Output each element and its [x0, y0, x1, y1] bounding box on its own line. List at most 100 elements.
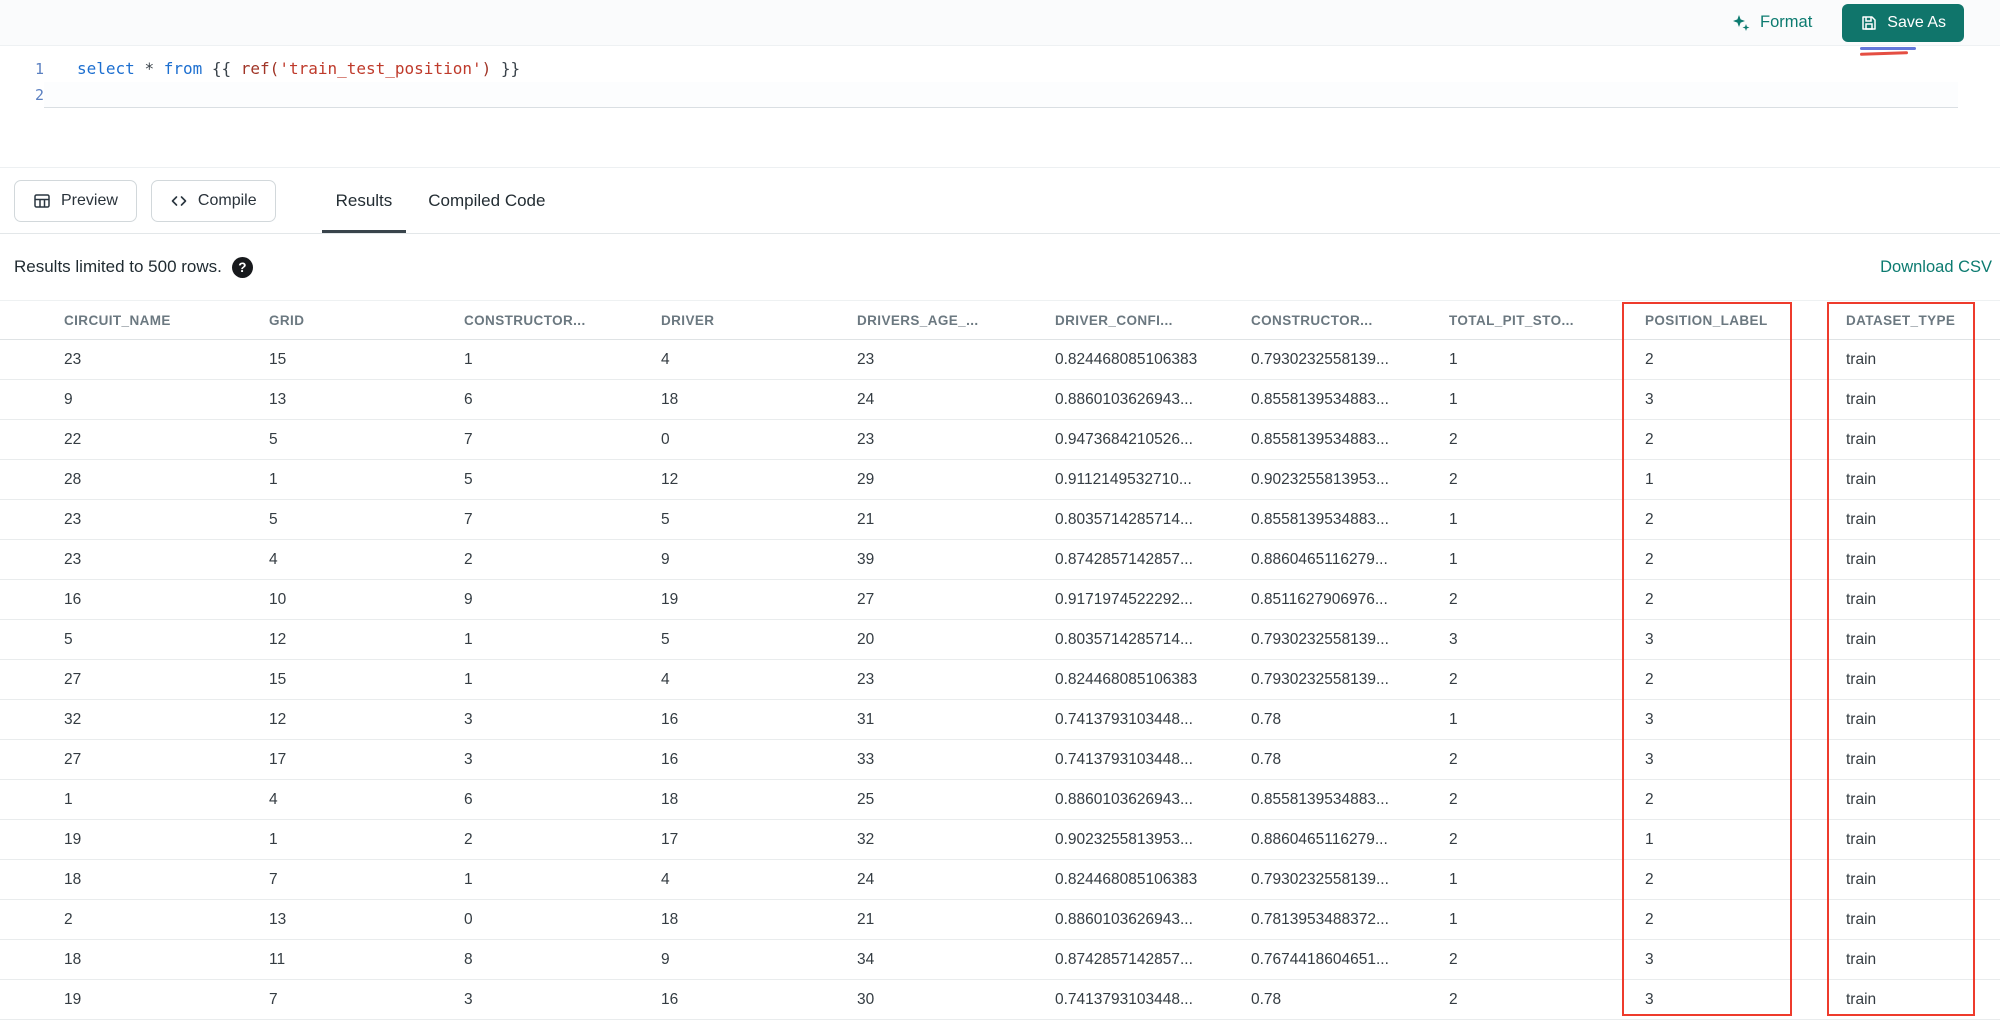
- save-as-button[interactable]: Save As: [1842, 3, 1964, 42]
- table-cell: 0.78: [1251, 980, 1449, 1020]
- table-cell: 2: [1449, 460, 1645, 500]
- tab-compiled-code[interactable]: Compiled Code: [414, 168, 559, 233]
- column-header: TOTAL_PIT_STO...: [1449, 300, 1645, 340]
- table-cell: 19: [661, 580, 857, 620]
- sql-editor[interactable]: 1 select * from {{ ref('train_test_posit…: [0, 46, 2000, 167]
- table-cell: 33: [857, 740, 1055, 780]
- results-toolbar: Preview Compile Results Compiled Code: [0, 167, 2000, 234]
- column-header: DATASET_TYPE: [1846, 300, 2000, 340]
- table-cell: 2: [1449, 660, 1645, 700]
- table-cell: 9: [661, 540, 857, 580]
- table-cell: train: [1846, 820, 2000, 860]
- format-button[interactable]: Format: [1731, 13, 1812, 33]
- table-cell: 0.824468085106383: [1055, 660, 1251, 700]
- table-cell: 8: [464, 940, 661, 980]
- table-cell: 23: [857, 420, 1055, 460]
- table-cell: 39: [857, 540, 1055, 580]
- table-cell: 0.8035714285714...: [1055, 500, 1251, 540]
- table-cell: 3: [464, 740, 661, 780]
- table-cell: 16: [661, 980, 857, 1020]
- table-cell: 22: [0, 420, 269, 460]
- preview-button-label: Preview: [61, 191, 118, 209]
- table-row: 2 13 0 18 21 0.8860103626943... 0.781395348837…: [0, 900, 2000, 940]
- line-number: 1: [34, 60, 44, 78]
- table-cell: 0.8860103626943...: [1055, 780, 1251, 820]
- table-cell: 2: [1449, 740, 1645, 780]
- table-row: 1 4 6 18 25 0.8860103626943... 0.8558139534883…: [0, 780, 2000, 820]
- table-cell: 27: [0, 660, 269, 700]
- table-cell: train: [1846, 380, 2000, 420]
- table-cell: 24: [857, 860, 1055, 900]
- table-cell: 0.8558139534883...: [1251, 420, 1449, 460]
- column-header: DRIVERS_AGE_...: [857, 300, 1055, 340]
- column-header: DRIVER_CONFI...: [1055, 300, 1251, 340]
- table-cell: 7: [269, 980, 464, 1020]
- preview-button[interactable]: Preview: [14, 179, 137, 222]
- table-row: 19 7 3 16 30 0.7413793103448... 0.78 2 3 train: [0, 980, 2000, 1020]
- table-cell: 0.9023255813953...: [1055, 820, 1251, 860]
- results-tbody: 23 15 1 4 23 0.824468085106383 0.7930232558139…: [0, 340, 2000, 1020]
- table-cell: 7: [269, 860, 464, 900]
- table-cell: 0.8511627906976...: [1251, 580, 1449, 620]
- code-line-content-2: [44, 82, 1958, 108]
- tab-results[interactable]: Results: [322, 168, 407, 233]
- results-limit-text: Results limited to 500 rows.: [14, 257, 222, 276]
- results-grid: CIRCUIT_NAME GRID CONSTRUCTOR... DRIVER DRIV…: [0, 300, 2000, 1020]
- column-header: CONSTRUCTOR...: [464, 300, 661, 340]
- code-line-content-1: select * from {{ ref('train_test_positio…: [44, 56, 1958, 82]
- table-cell: 3: [464, 980, 661, 1020]
- table-cell: 10: [269, 580, 464, 620]
- table-cell: 32: [0, 700, 269, 740]
- table-cell: 27: [857, 580, 1055, 620]
- table-cell: 4: [269, 780, 464, 820]
- table-cell: 30: [857, 980, 1055, 1020]
- table-cell: 2: [1645, 860, 1846, 900]
- results-header-row: CIRCUIT_NAME GRID CONSTRUCTOR... DRIVER DRIV…: [0, 300, 2000, 340]
- table-cell: 19: [0, 980, 269, 1020]
- table-cell: 0.8860103626943...: [1055, 380, 1251, 420]
- table-cell: 0.7413793103448...: [1055, 980, 1251, 1020]
- table-cell: 3: [1645, 620, 1846, 660]
- table-cell: 0.8558139534883...: [1251, 380, 1449, 420]
- table-cell: 20: [857, 620, 1055, 660]
- code-token-string: 'train_test_position': [279, 59, 482, 78]
- table-cell: 23: [857, 660, 1055, 700]
- table-cell: 1: [464, 860, 661, 900]
- table-cell: 1: [269, 460, 464, 500]
- table-cell: 5: [0, 620, 269, 660]
- table-cell: 0.9473684210526...: [1055, 420, 1251, 460]
- download-csv-link[interactable]: Download CSV: [1880, 258, 1992, 277]
- table-cell: train: [1846, 940, 2000, 980]
- table-cell: 1: [1449, 900, 1645, 940]
- table-cell: train: [1846, 460, 2000, 500]
- table-cell: train: [1846, 340, 2000, 380]
- table-cell: train: [1846, 580, 2000, 620]
- table-cell: 3: [1645, 380, 1846, 420]
- table-cell: 0.7930232558139...: [1251, 860, 1449, 900]
- table-cell: train: [1846, 900, 2000, 940]
- table-cell: train: [1846, 540, 2000, 580]
- table-cell: 21: [857, 900, 1055, 940]
- table-cell: 9: [0, 380, 269, 420]
- table-cell: 0.78: [1251, 700, 1449, 740]
- table-cell: 0: [464, 900, 661, 940]
- table-cell: 0.8035714285714...: [1055, 620, 1251, 660]
- table-cell: 15: [269, 340, 464, 380]
- table-row: 9 13 6 18 24 0.8860103626943... 0.855813953488…: [0, 380, 2000, 420]
- table-cell: 2: [464, 820, 661, 860]
- help-icon[interactable]: ?: [231, 256, 253, 278]
- table-cell: 3: [1645, 700, 1846, 740]
- table-cell: 0: [661, 420, 857, 460]
- code-line: 1 select * from {{ ref('train_test_posit…: [0, 56, 2000, 82]
- format-button-label: Format: [1760, 13, 1813, 31]
- table-cell: 18: [0, 940, 269, 980]
- table-cell: 27: [0, 740, 269, 780]
- save-as-button-label: Save As: [1887, 13, 1946, 31]
- code-icon: [171, 195, 187, 206]
- results-tabs: Results Compiled Code: [322, 168, 560, 233]
- table-cell: 1: [464, 660, 661, 700]
- compile-button[interactable]: Compile: [150, 179, 276, 222]
- table-row: 19 1 2 17 32 0.9023255813953... 0.886046511627…: [0, 820, 2000, 860]
- table-cell: 0.8558139534883...: [1251, 500, 1449, 540]
